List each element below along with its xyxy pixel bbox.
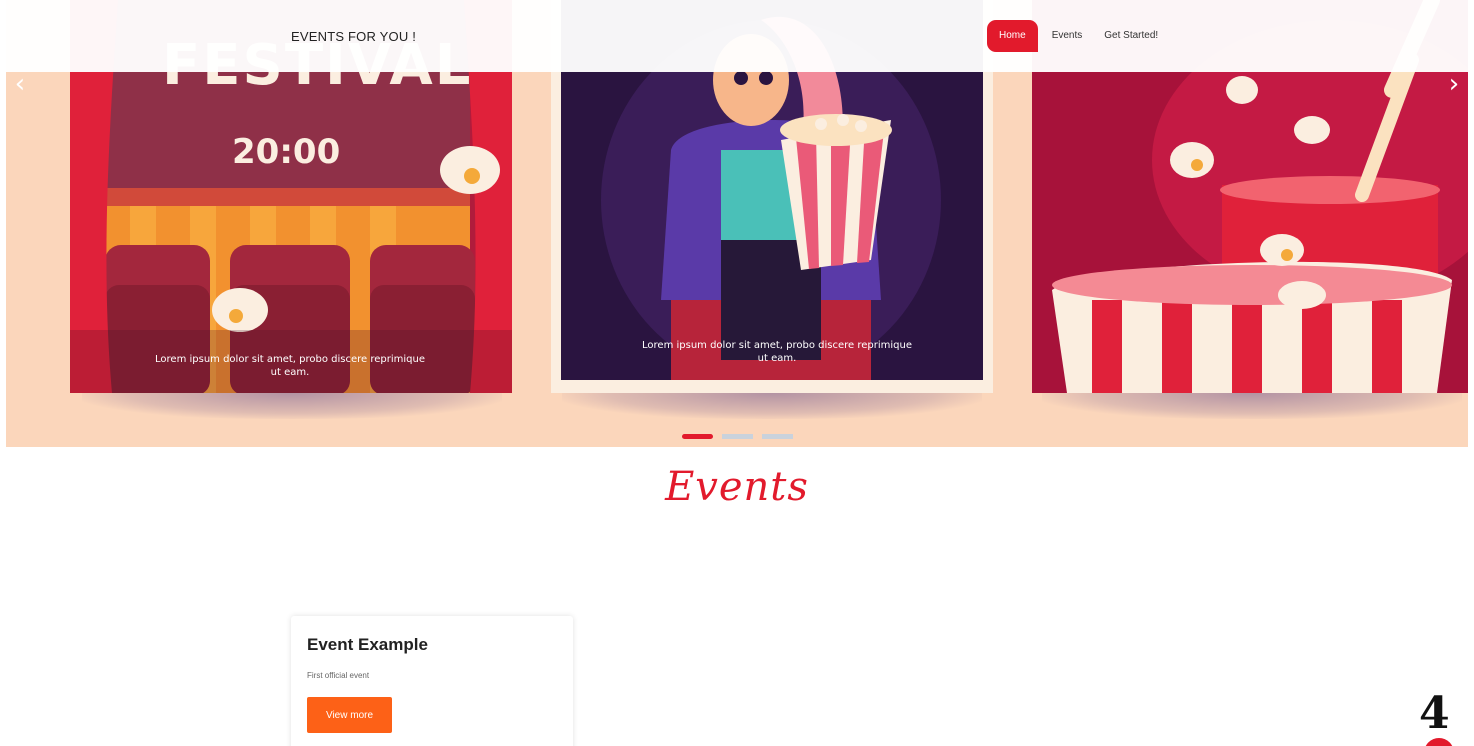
nav-item-events[interactable]: Events bbox=[1052, 20, 1083, 52]
nav-menu: Home Events Get Started! bbox=[987, 20, 1180, 52]
festival-time: 20:00 bbox=[232, 132, 341, 172]
slide-caption: Lorem ipsum dolor sit amet, probo discer… bbox=[642, 340, 912, 364]
floating-action-button[interactable] bbox=[1424, 738, 1454, 746]
event-card-title: Event Example bbox=[307, 635, 428, 654]
nav-item-get-started[interactable]: Get Started! bbox=[1104, 20, 1158, 52]
event-card: Event Example First official event View … bbox=[291, 616, 573, 746]
events-heading: Events bbox=[665, 464, 809, 510]
navbar: EVENTS FOR YOU ! Home Events Get Started… bbox=[0, 0, 1474, 72]
carousel-indicator-2[interactable] bbox=[722, 434, 753, 439]
carousel-indicator-1[interactable] bbox=[682, 434, 713, 439]
slide-caption: Lorem ipsum dolor sit amet, probo discer… bbox=[155, 354, 425, 378]
chevron-right-icon[interactable]: › bbox=[1444, 71, 1464, 97]
page: FESTIVAL 20:00 Lorem ipsum dolor sit ame… bbox=[0, 0, 1474, 746]
brand-title[interactable]: EVENTS FOR YOU ! bbox=[291, 29, 416, 44]
chevron-left-icon[interactable]: ‹ bbox=[10, 71, 30, 97]
event-card-description: First official event bbox=[307, 671, 370, 680]
slide-shadow bbox=[562, 393, 982, 419]
page-number: 4 bbox=[1419, 688, 1450, 739]
slide-shadow bbox=[82, 393, 502, 419]
nav-item-home[interactable]: Home bbox=[987, 20, 1038, 52]
view-more-button[interactable]: View more bbox=[307, 697, 392, 733]
carousel-indicator-3[interactable] bbox=[762, 434, 793, 439]
slide-shadow bbox=[1042, 393, 1462, 419]
carousel-indicators bbox=[682, 434, 802, 439]
